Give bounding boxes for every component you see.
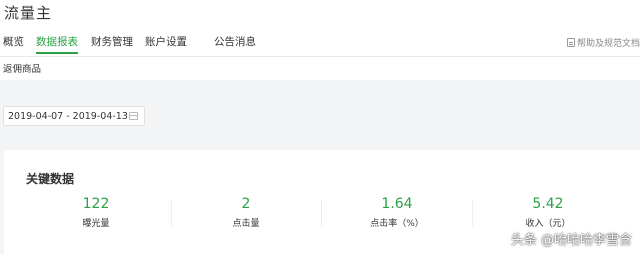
metric-ctr: 1.64 点击率（%） — [322, 194, 472, 229]
metric-label: 点击率（%） — [370, 219, 424, 229]
metric-label: 收入（元） — [525, 219, 571, 229]
watermark: 头条 @咍咍咍李雪含 — [510, 233, 632, 248]
metric-value: 122 — [82, 196, 110, 212]
document-icon — [566, 38, 575, 47]
tab-account-settings[interactable]: 账户设置 — [145, 34, 187, 54]
tab-finance[interactable]: 财务管理 — [91, 34, 133, 54]
top-header: 流量主 概览 数据报表 财务管理 账户设置 公告消息 帮助及规范文档 — [0, 0, 640, 60]
metric-label: 曝光量 — [82, 219, 110, 229]
subnav-item-rebate-products[interactable]: 返佣商品 — [3, 61, 41, 75]
help-link[interactable]: 帮助及规范文档 — [566, 36, 640, 49]
sub-nav: 返佣商品 — [0, 56, 640, 80]
metric-value: 5.42 — [532, 196, 564, 212]
metric-impressions: 122 曝光量 — [21, 194, 171, 229]
main-nav: 概览 数据报表 财务管理 账户设置 公告消息 — [0, 34, 640, 54]
tab-overview[interactable]: 概览 — [3, 34, 24, 54]
date-range-value: 2019-04-07 - 2019-04-13 — [8, 110, 128, 122]
metric-value: 2 — [241, 196, 251, 212]
tab-data-report[interactable]: 数据报表 — [36, 34, 78, 54]
metric-clicks: 2 点击量 — [171, 194, 321, 229]
tab-announcements[interactable]: 公告消息 — [214, 34, 256, 54]
key-data-title: 关键数据 — [26, 172, 75, 186]
calendar-icon — [129, 112, 138, 120]
app-title: 流量主 — [4, 4, 53, 22]
metric-revenue: 5.42 收入（元） — [473, 194, 623, 229]
date-range-picker[interactable]: 2019-04-07 - 2019-04-13 — [3, 106, 145, 126]
metric-value: 1.64 — [381, 196, 413, 212]
metric-label: 点击量 — [232, 219, 260, 229]
help-link-label: 帮助及规范文档 — [576, 39, 640, 49]
